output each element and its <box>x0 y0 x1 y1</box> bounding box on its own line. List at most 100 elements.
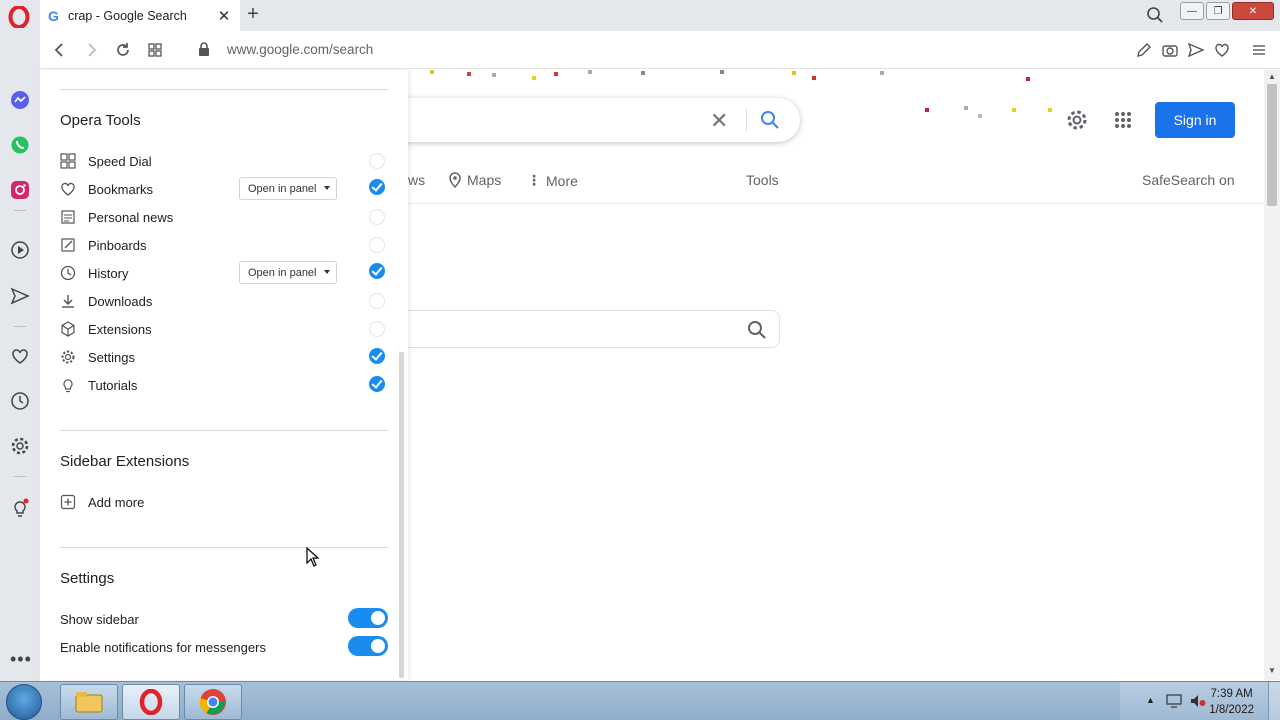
speed-dial-icon <box>60 153 76 169</box>
url-field[interactable]: www.google.com/search <box>227 42 373 57</box>
sidebar-separator <box>14 476 26 477</box>
edit-icon[interactable] <box>1135 41 1153 59</box>
opera-logo-icon[interactable] <box>8 6 30 28</box>
more-options-icon[interactable]: ••• <box>10 649 32 670</box>
heart-icon[interactable] <box>1213 41 1231 59</box>
tab-google-search[interactable]: G crap - Google Search ✕ <box>40 0 240 31</box>
tool-label: History <box>88 265 129 281</box>
scroll-down-icon[interactable]: ▼ <box>1268 666 1276 675</box>
tab-search-icon[interactable] <box>1146 6 1164 24</box>
clear-search-icon[interactable]: ✕ <box>710 108 728 134</box>
pinboard-icon <box>61 238 75 252</box>
tools-button[interactable]: Tools <box>746 172 779 188</box>
reload-icon[interactable] <box>114 41 132 59</box>
title-bar: G crap - Google Search ✕ + — ❐ ✕ <box>0 0 1280 31</box>
scrollbar-thumb[interactable] <box>1267 84 1277 206</box>
history-open-mode-dropdown[interactable]: Open in panel <box>239 261 337 284</box>
history-checkbox[interactable] <box>369 263 385 279</box>
lock-icon[interactable] <box>198 42 210 56</box>
history-clock-icon[interactable] <box>10 391 30 411</box>
instagram-icon[interactable] <box>10 180 30 200</box>
bookmarks-checkbox[interactable] <box>369 179 385 195</box>
tips-lightbulb-icon[interactable] <box>10 498 30 518</box>
gear-icon[interactable] <box>1065 108 1089 132</box>
safesearch-button[interactable]: SafeSearch on <box>1142 172 1235 188</box>
show-sidebar-toggle[interactable] <box>348 608 388 628</box>
window-close-button[interactable]: ✕ <box>1232 2 1274 20</box>
minimize-button[interactable]: — <box>1180 2 1204 20</box>
kebab-icon: ⋮ <box>527 172 541 188</box>
tool-row-downloads[interactable]: Downloads <box>60 289 390 313</box>
scroll-up-icon[interactable]: ▲ <box>1268 72 1276 81</box>
tab-close-icon[interactable]: ✕ <box>216 8 232 25</box>
start-button[interactable] <box>6 684 42 720</box>
tool-row-bookmarks[interactable]: Bookmarks <box>60 177 390 201</box>
google-apps-icon[interactable] <box>1114 111 1132 129</box>
chrome-taskbar-button[interactable] <box>184 684 242 720</box>
tool-row-history[interactable]: History <box>60 261 390 285</box>
system-tray: ▲ 7:39 AM 1/8/2022 <box>1120 682 1280 720</box>
news-icon <box>61 210 75 224</box>
show-desktop-button[interactable] <box>1268 682 1280 720</box>
camera-icon[interactable] <box>1161 41 1179 59</box>
network-icon[interactable] <box>1166 694 1182 708</box>
tool-row-extensions[interactable]: Extensions <box>60 317 390 341</box>
tiles-icon[interactable] <box>146 41 164 59</box>
settings-heading: Settings <box>60 570 115 587</box>
whatsapp-icon[interactable] <box>10 135 30 155</box>
sign-in-button[interactable]: Sign in <box>1155 102 1235 138</box>
pinboards-checkbox[interactable] <box>369 237 385 253</box>
personal-news-checkbox[interactable] <box>369 209 385 225</box>
tool-row-tutorials[interactable]: Tutorials <box>60 373 390 397</box>
google-search-box[interactable]: ✕ <box>380 98 800 142</box>
settings-gear-icon[interactable] <box>10 436 30 456</box>
add-more-button[interactable]: Add more <box>60 490 390 514</box>
player-icon[interactable] <box>10 240 30 260</box>
tool-label: Tutorials <box>88 377 138 393</box>
settings-checkbox[interactable] <box>369 348 385 364</box>
tab-maps[interactable]: Maps <box>448 172 501 188</box>
send-icon[interactable] <box>1187 41 1205 59</box>
forward-icon[interactable] <box>82 41 100 59</box>
search-icon[interactable] <box>747 320 767 340</box>
windows-taskbar: ▲ 7:39 AM 1/8/2022 <box>0 681 1280 720</box>
bookmarks-heart-icon[interactable] <box>10 346 30 366</box>
tool-row-speed-dial[interactable]: Speed Dial <box>60 149 390 173</box>
downloads-checkbox[interactable] <box>369 293 385 309</box>
speed-dial-checkbox[interactable] <box>369 153 385 169</box>
bookmarks-open-mode-dropdown[interactable]: Open in panel <box>239 177 337 200</box>
volume-muted-icon[interactable] <box>1190 694 1206 708</box>
search-icon[interactable] <box>760 110 780 130</box>
dropdown-arrow-icon <box>324 186 330 190</box>
back-icon[interactable] <box>51 41 69 59</box>
tab-more[interactable]: ⋮ More <box>527 172 578 189</box>
tab-news[interactable]: ws <box>408 172 425 188</box>
easy-setup-icon[interactable] <box>1250 41 1268 59</box>
new-tab-button[interactable]: + <box>243 4 263 25</box>
messenger-icon[interactable] <box>10 90 30 110</box>
messenger-notifications-label: Enable notifications for messengers <box>60 640 266 655</box>
heart-icon <box>61 182 75 196</box>
opera-taskbar-button[interactable] <box>122 684 180 720</box>
tool-row-pinboards[interactable]: Pinboards <box>60 233 390 257</box>
file-explorer-taskbar-button[interactable] <box>60 684 118 720</box>
address-bar-row: www.google.com/search <box>40 31 1280 69</box>
clock[interactable]: 7:39 AM 1/8/2022 <box>1209 686 1254 718</box>
tray-expand-icon[interactable]: ▲ <box>1146 695 1155 705</box>
messenger-notifications-toggle[interactable] <box>348 636 388 656</box>
tool-row-personal-news[interactable]: Personal news <box>60 205 390 229</box>
extensions-checkbox[interactable] <box>369 321 385 337</box>
flow-send-icon[interactable] <box>10 286 30 306</box>
restore-button[interactable]: ❐ <box>1206 2 1230 20</box>
tool-row-settings[interactable]: Settings <box>60 345 390 369</box>
panel-scrollbar[interactable] <box>399 352 404 678</box>
sidebar-separator <box>14 210 26 211</box>
secondary-search-box[interactable] <box>380 310 780 348</box>
tool-label: Personal news <box>88 209 174 225</box>
show-sidebar-label: Show sidebar <box>60 612 139 627</box>
divider <box>60 89 388 90</box>
tutorials-checkbox[interactable] <box>369 376 385 392</box>
page-scrollbar[interactable]: ▲ ▼ <box>1264 70 1280 680</box>
tab-maps-label: Maps <box>467 172 502 188</box>
opera-icon <box>139 689 163 715</box>
